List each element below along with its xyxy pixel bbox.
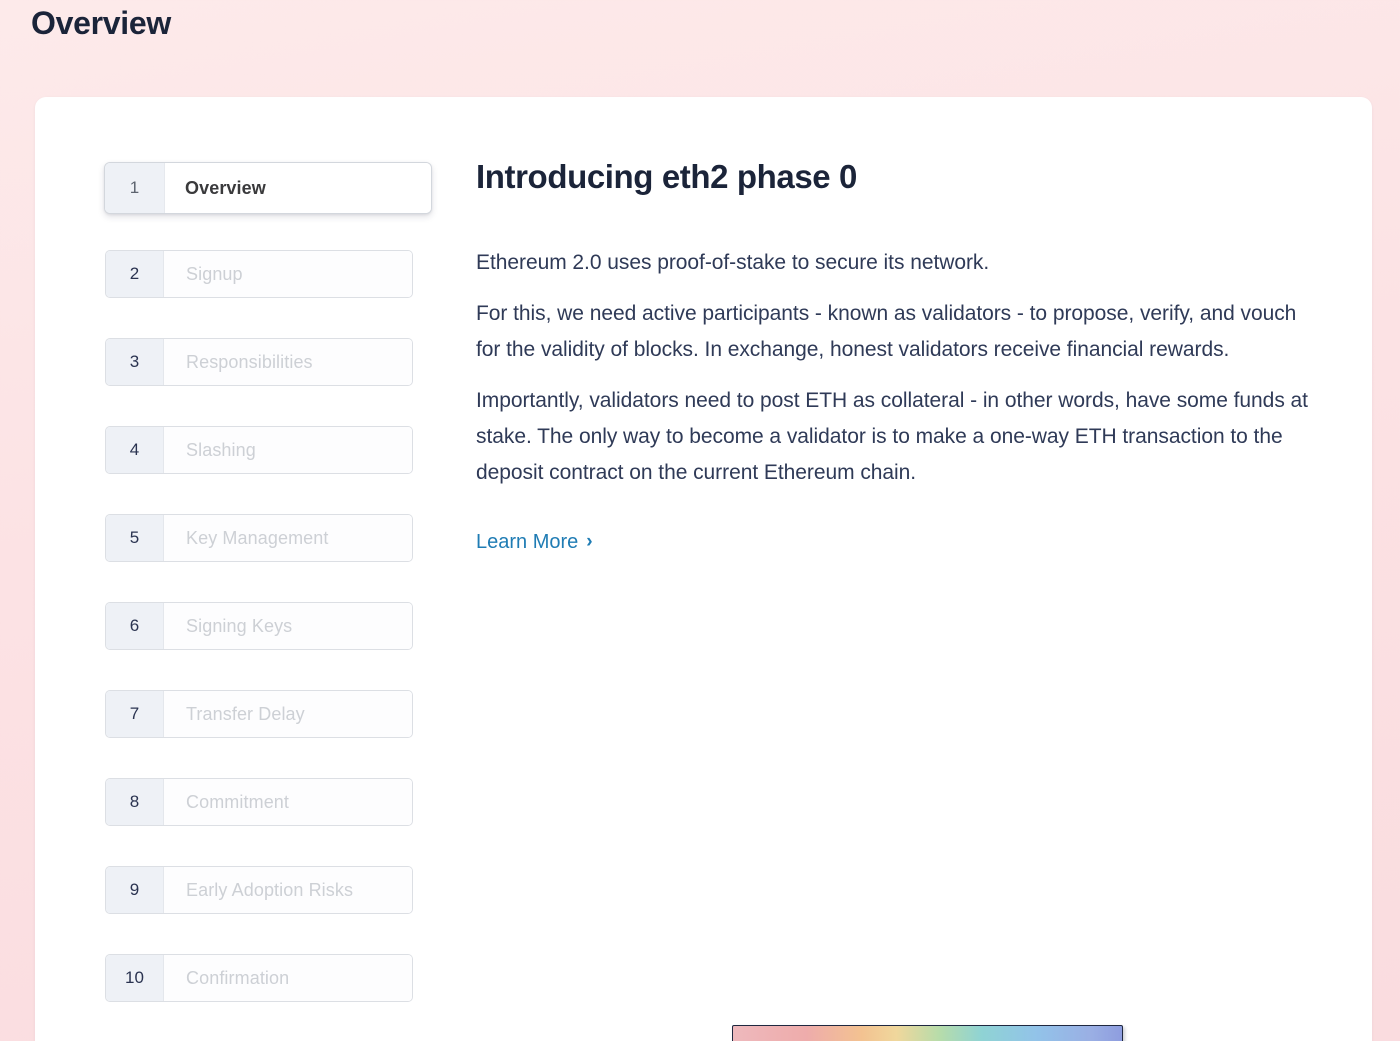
learn-more-label: Learn More [476, 531, 579, 553]
step-number: 8 [106, 779, 164, 825]
detail-panel: Introducing eth2 phase 0 Ethereum 2.0 us… [476, 157, 1336, 554]
step-label: Responsibilities [164, 339, 412, 385]
step-number: 2 [106, 251, 164, 297]
stepper-nav: 1 Overview 2 Signup 3 Responsibilities 4… [104, 162, 435, 1002]
sidebar-item-overview[interactable]: 1 Overview [104, 162, 432, 214]
detail-paragraph: Importantly, validators need to post ETH… [476, 389, 1308, 484]
sidebar-item-slashing[interactable]: 4 Slashing [105, 426, 413, 474]
detail-paragraph: Ethereum 2.0 uses proof-of-stake to secu… [476, 251, 990, 274]
step-label: Confirmation [164, 955, 412, 1001]
step-label: Transfer Delay [164, 691, 412, 737]
sidebar-item-signup[interactable]: 2 Signup [105, 250, 413, 298]
learn-more-link[interactable]: Learn More › [476, 531, 593, 554]
chevron-right-icon: › [586, 531, 593, 552]
sidebar-item-key-management[interactable]: 5 Key Management [105, 514, 413, 562]
step-number: 9 [106, 867, 164, 913]
content-card: 1 Overview 2 Signup 3 Responsibilities 4… [35, 97, 1372, 1041]
step-number: 5 [106, 515, 164, 561]
step-label: Slashing [164, 427, 412, 473]
step-label: Key Management [164, 515, 412, 561]
step-number: 3 [106, 339, 164, 385]
continue-button[interactable]: Continue [732, 1025, 1123, 1041]
sidebar-item-early-adoption-risks[interactable]: 9 Early Adoption Risks [105, 866, 413, 914]
sidebar-item-commitment[interactable]: 8 Commitment [105, 778, 413, 826]
detail-paragraph: For this, we need active participants - … [476, 302, 1297, 361]
step-number: 10 [106, 955, 164, 1001]
detail-heading: Introducing eth2 phase 0 [476, 158, 857, 195]
step-label: Signing Keys [164, 603, 412, 649]
step-label: Signup [164, 251, 412, 297]
step-label: Early Adoption Risks [164, 867, 412, 913]
sidebar-item-responsibilities[interactable]: 3 Responsibilities [105, 338, 413, 386]
step-number: 7 [106, 691, 164, 737]
step-label: Commitment [164, 779, 412, 825]
step-number: 4 [106, 427, 164, 473]
step-label: Overview [165, 163, 431, 213]
sidebar-item-signing-keys[interactable]: 6 Signing Keys [105, 602, 413, 650]
step-number: 6 [106, 603, 164, 649]
sidebar-item-confirmation[interactable]: 10 Confirmation [105, 954, 413, 1002]
sidebar-item-transfer-delay[interactable]: 7 Transfer Delay [105, 690, 413, 738]
step-number: 1 [105, 163, 165, 213]
page-title: Overview [31, 5, 171, 41]
